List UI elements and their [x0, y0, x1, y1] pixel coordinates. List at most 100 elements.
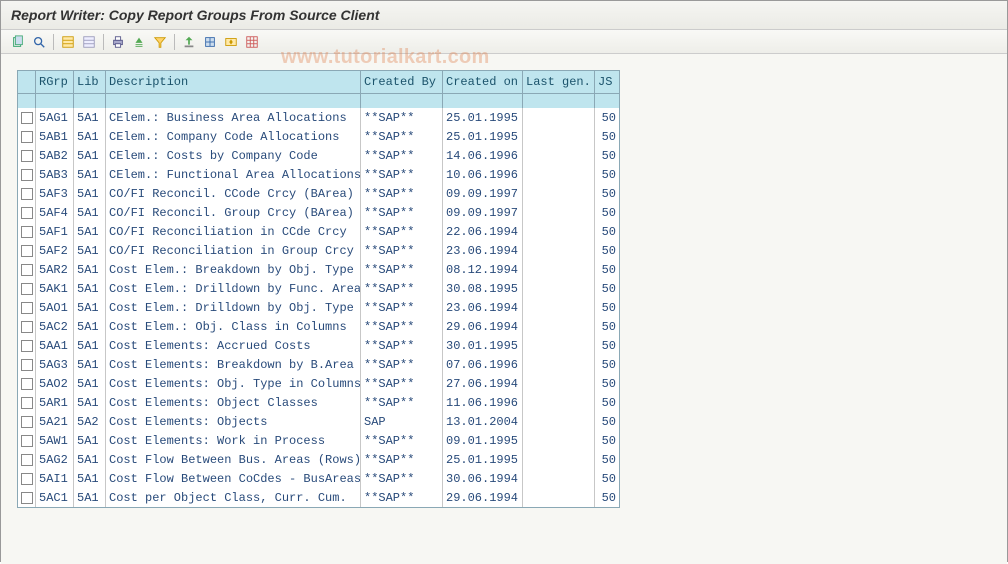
- cell-rgrp: 5AF4: [36, 203, 74, 222]
- row-checkbox[interactable]: [18, 488, 36, 507]
- col-header-con[interactable]: Created on: [443, 71, 523, 93]
- row-checkbox[interactable]: [18, 317, 36, 336]
- cell-rgrp: 5AO1: [36, 298, 74, 317]
- row-checkbox[interactable]: [18, 393, 36, 412]
- cell-rgrp: 5AO2: [36, 374, 74, 393]
- table-row: 5AR25A1Cost Elem.: Breakdown by Obj. Typ…: [18, 260, 619, 279]
- cell-cby: **SAP**: [361, 241, 443, 260]
- row-checkbox[interactable]: [18, 241, 36, 260]
- table-row: 5AC25A1Cost Elem.: Obj. Class in Columns…: [18, 317, 619, 336]
- col-header-cby[interactable]: Created By: [361, 71, 443, 93]
- cell-js: 50: [595, 469, 619, 488]
- cell-lgen: [523, 222, 595, 241]
- cell-lib: 5A1: [74, 469, 106, 488]
- toolbar-separator: [53, 34, 54, 50]
- row-checkbox[interactable]: [18, 260, 36, 279]
- cell-desc: CO/FI Reconciliation in CCde Crcy: [106, 222, 361, 241]
- table-row: 5AW15A1Cost Elements: Work in Process**S…: [18, 431, 619, 450]
- row-checkbox[interactable]: [18, 108, 36, 127]
- cell-cby: **SAP**: [361, 355, 443, 374]
- row-checkbox[interactable]: [18, 431, 36, 450]
- row-checkbox[interactable]: [18, 355, 36, 374]
- cell-lgen: [523, 184, 595, 203]
- cell-rgrp: 5AG2: [36, 450, 74, 469]
- table-row: 5AF25A1CO/FI Reconciliation in Group Crc…: [18, 241, 619, 260]
- export-icon[interactable]: [180, 33, 198, 51]
- cell-js: 50: [595, 241, 619, 260]
- cell-rgrp: 5AW1: [36, 431, 74, 450]
- filter-icon[interactable]: [151, 33, 169, 51]
- cell-js: 50: [595, 393, 619, 412]
- row-checkbox[interactable]: [18, 412, 36, 431]
- row-checkbox[interactable]: [18, 222, 36, 241]
- col-header-rgrp[interactable]: RGrp: [36, 71, 74, 93]
- settings-icon[interactable]: [201, 33, 219, 51]
- row-checkbox[interactable]: [18, 127, 36, 146]
- cell-con: 29.06.1994: [443, 488, 523, 507]
- cell-desc: Cost Flow Between CoCdes - BusAreas: [106, 469, 361, 488]
- cell-js: 50: [595, 184, 619, 203]
- row-checkbox[interactable]: [18, 184, 36, 203]
- report-table: RGrpLibDescriptionCreated ByCreated onLa…: [17, 70, 620, 508]
- deselect-icon[interactable]: [80, 33, 98, 51]
- row-checkbox[interactable]: [18, 165, 36, 184]
- cell-lib: 5A1: [74, 241, 106, 260]
- cell-js: 50: [595, 450, 619, 469]
- cell-lgen: [523, 260, 595, 279]
- row-checkbox[interactable]: [18, 469, 36, 488]
- cell-rgrp: 5AF2: [36, 241, 74, 260]
- cell-lib: 5A1: [74, 279, 106, 298]
- row-checkbox[interactable]: [18, 336, 36, 355]
- cell-lgen: [523, 298, 595, 317]
- table-row: 5AG25A1Cost Flow Between Bus. Areas (Row…: [18, 450, 619, 469]
- cell-lib: 5A2: [74, 412, 106, 431]
- row-checkbox[interactable]: [18, 279, 36, 298]
- cell-js: 50: [595, 146, 619, 165]
- cell-desc: CO/FI Reconciliation in Group Crcy: [106, 241, 361, 260]
- cell-rgrp: 5AG3: [36, 355, 74, 374]
- cell-cby: **SAP**: [361, 317, 443, 336]
- cell-rgrp: 5AG1: [36, 108, 74, 127]
- copy-icon[interactable]: [9, 33, 27, 51]
- row-checkbox[interactable]: [18, 374, 36, 393]
- row-checkbox[interactable]: [18, 450, 36, 469]
- cell-rgrp: 5AR1: [36, 393, 74, 412]
- page-title: Report Writer: Copy Report Groups From S…: [11, 7, 379, 23]
- sort-asc-icon[interactable]: [130, 33, 148, 51]
- col-header-chk[interactable]: [18, 71, 36, 93]
- cell-cby: **SAP**: [361, 127, 443, 146]
- cell-desc: Cost Elements: Object Classes: [106, 393, 361, 412]
- cell-js: 50: [595, 127, 619, 146]
- variant-icon[interactable]: [222, 33, 240, 51]
- cell-lgen: [523, 355, 595, 374]
- cell-desc: Cost Flow Between Bus. Areas (Rows): [106, 450, 361, 469]
- table-row: 5AB15A1CElem.: Company Code Allocations*…: [18, 127, 619, 146]
- table-body: 5AG15A1CElem.: Business Area Allocations…: [18, 108, 619, 507]
- cell-js: 50: [595, 108, 619, 127]
- cell-cby: **SAP**: [361, 146, 443, 165]
- layout-icon[interactable]: [243, 33, 261, 51]
- cell-lib: 5A1: [74, 260, 106, 279]
- select-all-icon[interactable]: [59, 33, 77, 51]
- cell-con: 08.12.1994: [443, 260, 523, 279]
- print-icon[interactable]: [109, 33, 127, 51]
- toolbar: [1, 30, 1007, 54]
- cell-con: 13.01.2004: [443, 412, 523, 431]
- row-checkbox[interactable]: [18, 146, 36, 165]
- cell-lgen: [523, 279, 595, 298]
- display-icon[interactable]: [30, 33, 48, 51]
- table-row: 5A215A2Cost Elements: ObjectsSAP13.01.20…: [18, 412, 619, 431]
- col-header-js[interactable]: JS: [595, 71, 619, 93]
- toolbar-separator: [174, 34, 175, 50]
- col-header-desc[interactable]: Description: [106, 71, 361, 93]
- cell-rgrp: 5AC1: [36, 488, 74, 507]
- row-checkbox[interactable]: [18, 298, 36, 317]
- cell-lgen: [523, 203, 595, 222]
- col-header-lgen[interactable]: Last gen.: [523, 71, 595, 93]
- cell-con: 09.01.1995: [443, 431, 523, 450]
- row-checkbox[interactable]: [18, 203, 36, 222]
- col-header-lib[interactable]: Lib: [74, 71, 106, 93]
- cell-js: 50: [595, 279, 619, 298]
- cell-cby: **SAP**: [361, 431, 443, 450]
- cell-con: 25.01.1995: [443, 108, 523, 127]
